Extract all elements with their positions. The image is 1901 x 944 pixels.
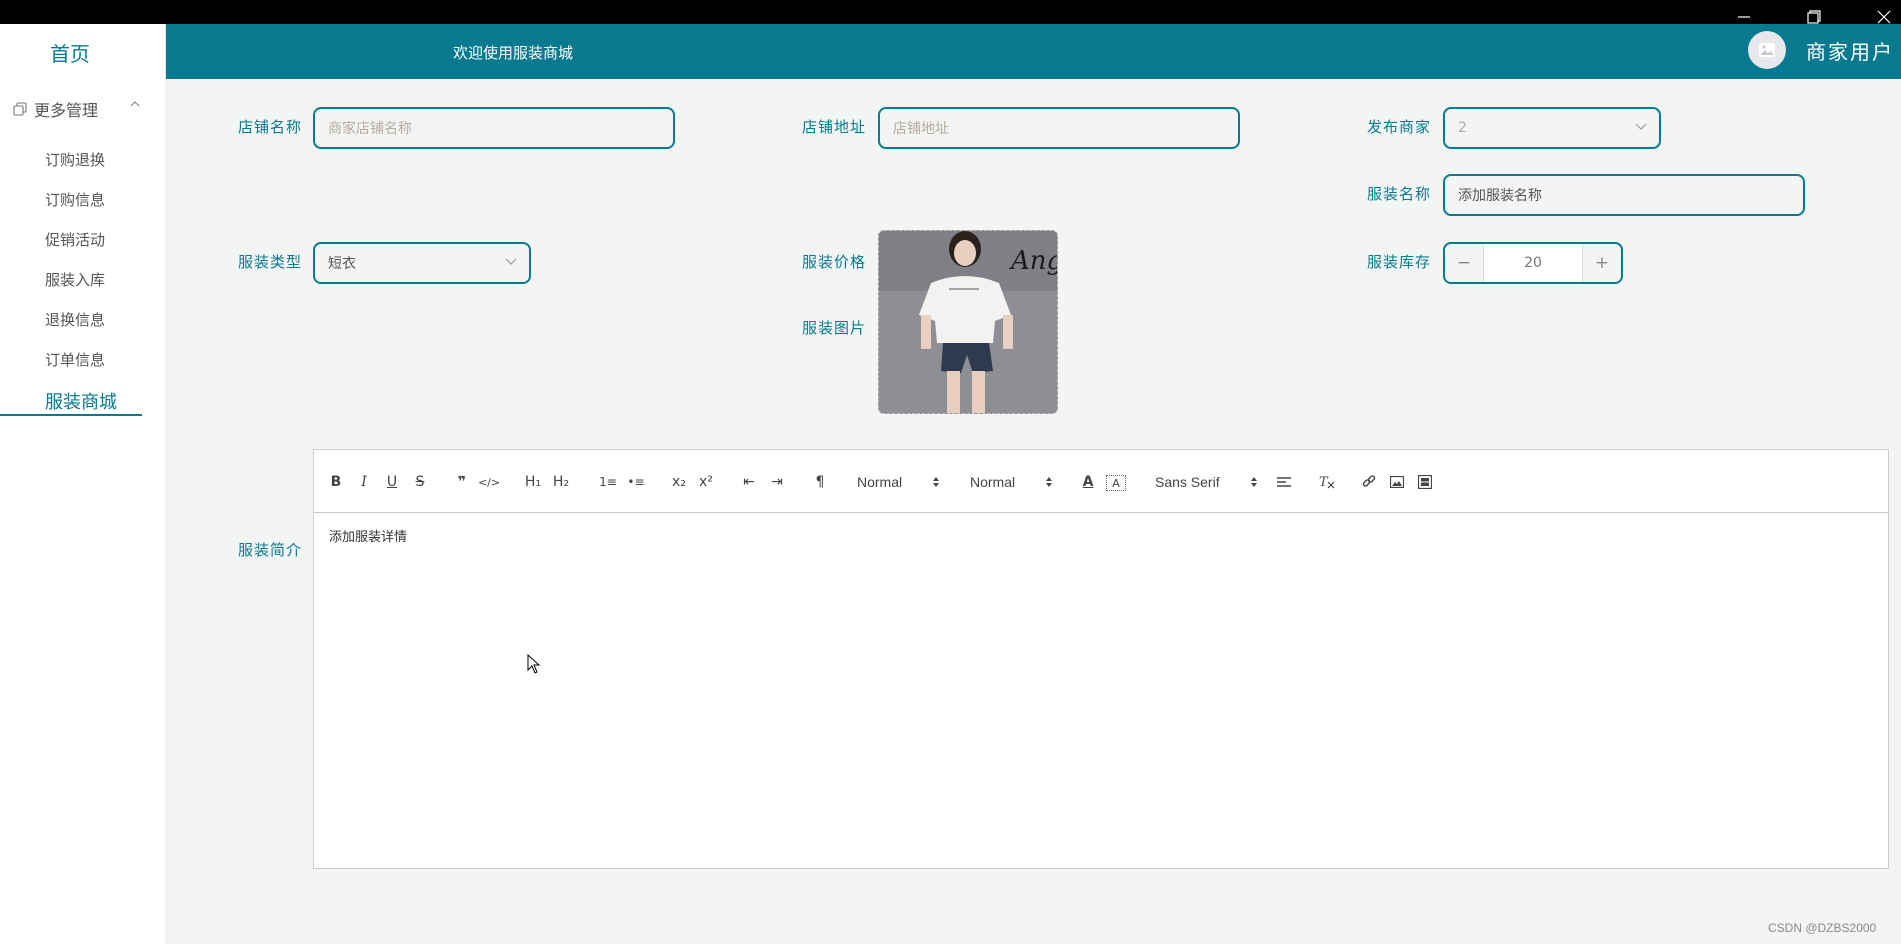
wall-text: Ange — [1009, 246, 1057, 276]
outdent-button[interactable]: ⇤ — [738, 472, 760, 492]
sidebar-group-label: 更多管理 — [34, 101, 99, 120]
clothing-name-input[interactable]: 添加服装名称 — [1443, 174, 1805, 216]
clear-format-icon: T — [1319, 475, 1335, 489]
sidebar-item-home[interactable]: 首页 — [50, 38, 90, 67]
editor-content[interactable]: 添加服装详情 — [329, 526, 407, 545]
intro-label: 服装简介 — [238, 541, 303, 559]
clothing-type-value: 短衣 — [328, 256, 356, 272]
sidebar-item-clothing-mall[interactable]: 服装商城 — [45, 388, 117, 414]
image-button[interactable] — [1387, 472, 1407, 492]
stock-value[interactable]: 20 — [1483, 244, 1583, 282]
header-select-value: Normal — [857, 474, 903, 490]
image-placeholder-icon — [1759, 43, 1775, 57]
rich-text-editor: B I U S ❞ </> H₁ H₂ 1≡ •≡ x₂ x² ⇤ ⇥ ¶ No… — [313, 449, 1889, 869]
link-icon — [1362, 475, 1376, 487]
sort-arrows-icon — [1046, 477, 1053, 487]
font-select-value: Sans Serif — [1155, 474, 1220, 490]
sidebar-item-return-info[interactable]: 退换信息 — [45, 309, 105, 330]
sort-arrows-icon — [1250, 477, 1257, 487]
background-color-button[interactable]: A — [1106, 475, 1126, 491]
clothing-type-select[interactable]: 短衣 — [313, 242, 531, 284]
bullet-list-button[interactable]: •≡ — [625, 472, 647, 492]
subscript-button[interactable]: x₂ — [668, 472, 690, 492]
sort-arrows-icon — [933, 477, 940, 487]
stock-increase-button[interactable]: + — [1583, 244, 1621, 282]
shop-name-input[interactable]: 商家店铺名称 — [313, 107, 675, 149]
user-role-label[interactable]: 商家用户 — [1806, 36, 1894, 65]
avatar[interactable] — [1748, 31, 1786, 69]
top-header: 欢迎使用服装商城 商家用户 — [165, 24, 1901, 79]
h1-button[interactable]: H₁ — [521, 472, 545, 492]
underline-button[interactable]: U — [382, 472, 402, 492]
strike-button[interactable]: S — [410, 472, 430, 492]
font-select[interactable]: Sans Serif — [1155, 472, 1258, 492]
mouse-cursor-icon — [527, 654, 541, 674]
close-icon — [1877, 10, 1891, 24]
chevron-down-icon — [1635, 123, 1647, 130]
sidebar-group-more[interactable]: 更多管理 — [13, 97, 98, 121]
align-left-icon — [1277, 477, 1291, 487]
clothing-image-upload[interactable]: Ange — [878, 230, 1058, 414]
italic-button[interactable]: I — [354, 472, 374, 492]
window-titlebar — [0, 0, 1901, 24]
sidebar-item-orders[interactable]: 订单信息 — [45, 349, 105, 370]
stock-decrease-button[interactable]: − — [1445, 244, 1483, 282]
size-select[interactable]: Normal — [970, 472, 1053, 492]
sidebar-item-promotion[interactable]: 促销活动 — [45, 229, 105, 250]
clothing-name-placeholder: 添加服装名称 — [1458, 188, 1542, 204]
text-color-button[interactable]: A — [1079, 472, 1097, 492]
shop-name-placeholder: 商家店铺名称 — [328, 121, 412, 137]
blockquote-button[interactable]: ❞ — [452, 472, 472, 492]
image-icon — [1390, 476, 1404, 488]
stock-label: 服装库存 — [1367, 253, 1432, 271]
restore-icon — [1807, 10, 1821, 24]
bold-button[interactable]: B — [326, 472, 346, 492]
shop-address-placeholder: 店铺地址 — [893, 121, 949, 137]
header-title: 欢迎使用服装商城 — [453, 44, 574, 62]
publisher-label: 发布商家 — [1367, 118, 1432, 136]
ordered-list-button[interactable]: 1≡ — [597, 472, 619, 492]
text-direction-button[interactable]: ¶ — [809, 472, 831, 492]
publisher-value: 2 — [1458, 120, 1467, 136]
chevron-down-icon — [505, 258, 517, 265]
superscript-button[interactable]: x² — [695, 472, 717, 492]
shop-address-input[interactable]: 店铺地址 — [878, 107, 1240, 149]
shop-address-label: 店铺地址 — [802, 118, 867, 136]
minimize-icon — [1738, 16, 1750, 18]
svg-text:T: T — [1319, 475, 1329, 489]
active-indicator — [0, 414, 142, 416]
video-button[interactable] — [1415, 472, 1435, 492]
header-select[interactable]: Normal — [857, 472, 940, 492]
size-select-value: Normal — [970, 474, 1016, 490]
link-button[interactable] — [1359, 472, 1379, 492]
sidebar-item-order-info[interactable]: 订购信息 — [45, 189, 105, 210]
clear-format-button[interactable]: T — [1317, 472, 1337, 492]
copy-icon — [13, 102, 27, 116]
align-button[interactable] — [1274, 472, 1294, 492]
sidebar-item-stock-in[interactable]: 服装入库 — [45, 269, 105, 290]
price-label: 服装价格 — [802, 253, 867, 271]
indent-button[interactable]: ⇥ — [766, 472, 788, 492]
watermark: CSDN @DZBS2000 — [1768, 921, 1877, 935]
sidebar: 首页 更多管理 订购退换 订购信息 促销活动 服装入库 退换信息 订单信息 服装… — [0, 24, 166, 944]
chevron-up-icon — [130, 101, 140, 107]
image-label: 服装图片 — [802, 319, 867, 337]
shop-name-label: 店铺名称 — [238, 118, 303, 136]
clothing-type-label: 服装类型 — [238, 253, 303, 271]
video-icon — [1418, 475, 1432, 489]
stock-stepper[interactable]: − 20 + — [1443, 242, 1623, 284]
clothing-name-label: 服装名称 — [1367, 185, 1432, 203]
editor-toolbar: B I U S ❞ </> H₁ H₂ 1≡ •≡ x₂ x² ⇤ ⇥ ¶ No… — [314, 450, 1888, 513]
clothing-photo: Ange — [879, 231, 1057, 413]
publisher-select[interactable]: 2 — [1443, 107, 1661, 149]
code-button[interactable]: </> — [478, 472, 500, 492]
sidebar-item-order-return[interactable]: 订购退换 — [45, 149, 105, 170]
h2-button[interactable]: H₂ — [549, 472, 573, 492]
